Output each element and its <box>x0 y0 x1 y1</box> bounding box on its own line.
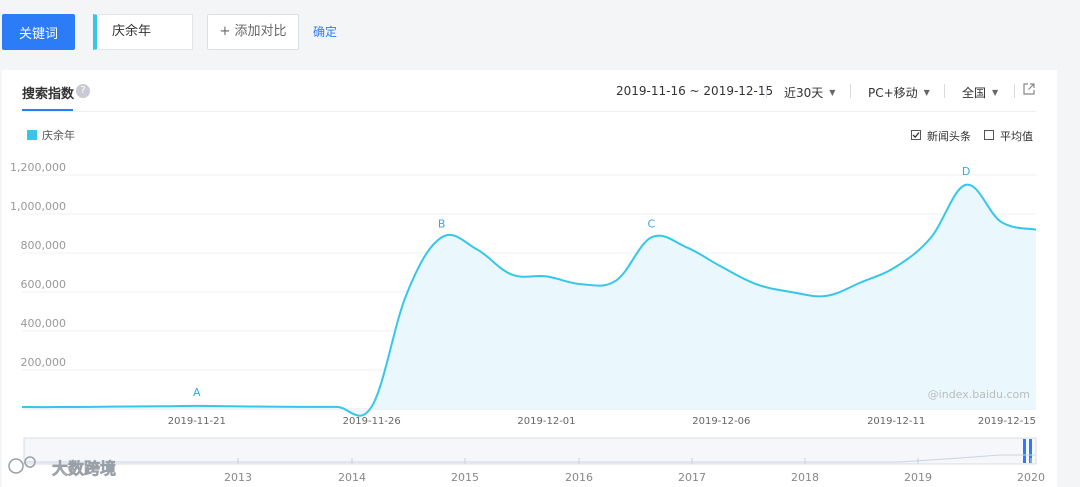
year-label: 2016 <box>565 471 593 484</box>
year-label: 2015 <box>451 471 479 484</box>
year-label: 2014 <box>338 471 366 484</box>
annotation-label: B <box>438 217 446 230</box>
x-tick-label: 2019-12-11 <box>867 416 925 427</box>
x-tick-label: 2019-12-01 <box>517 416 575 427</box>
y-tick-label: 800,000 <box>21 239 67 252</box>
x-tick-label: 2019-11-26 <box>343 416 401 427</box>
y-tick-label: 1,200,000 <box>10 161 66 174</box>
x-tick-label: 2019-12-06 <box>692 416 750 427</box>
series-area <box>22 184 1036 416</box>
year-label: 2019 <box>904 471 932 484</box>
year-label: 2018 <box>791 471 819 484</box>
y-tick-label: 400,000 <box>21 317 67 330</box>
annotation-label: A <box>193 386 201 399</box>
corner-watermark: 大数跨境 <box>52 459 116 478</box>
watermark-logo-icon <box>8 458 24 474</box>
annotation-label: C <box>648 217 656 230</box>
x-tick-label: 2019-12-15 <box>978 416 1036 427</box>
search-index-chart: 200,000 400,000 600,000 800,000 1,000,000 1,2… <box>8 161 1045 484</box>
y-tick-label: 600,000 <box>21 278 67 291</box>
y-tick-label: 1,000,000 <box>10 200 66 213</box>
year-label: 2013 <box>224 471 252 484</box>
range-handle <box>1023 439 1026 463</box>
y-tick-label: 200,000 <box>21 356 67 369</box>
range-slider-track <box>23 437 1037 465</box>
x-tick-label: 2019-11-21 <box>168 416 226 427</box>
watermark-text: @index.baidu.com <box>928 388 1030 401</box>
year-label: 2017 <box>678 471 706 484</box>
annotation-label: D <box>962 165 970 178</box>
year-label: 2020 <box>1017 471 1045 484</box>
